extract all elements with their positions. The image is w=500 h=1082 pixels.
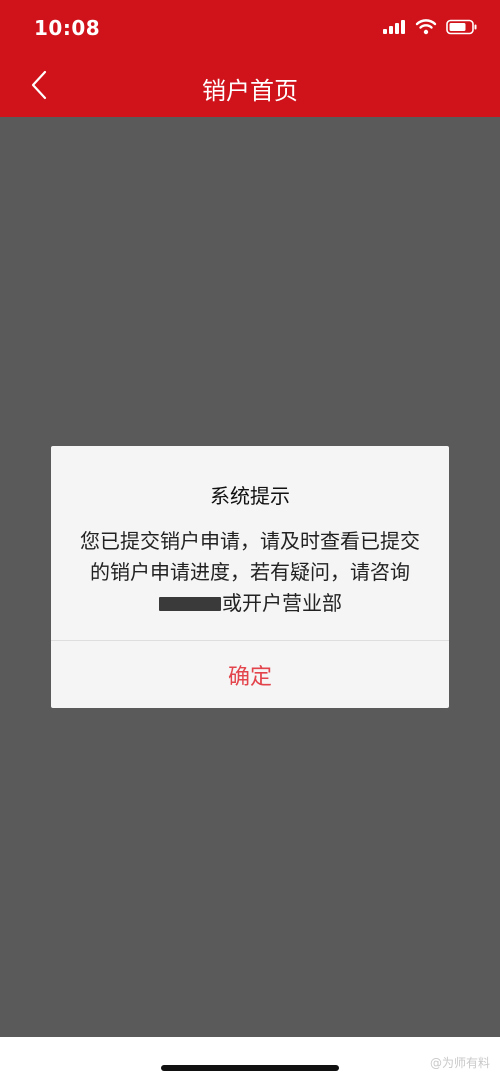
dialog-title: 系统提示 bbox=[210, 484, 290, 508]
dialog-message-suffix: 或开户营业部 bbox=[222, 591, 342, 615]
status-bar: 10:08 bbox=[0, 0, 500, 56]
wifi-icon bbox=[415, 19, 437, 39]
battery-icon bbox=[446, 19, 478, 39]
dialog-message: 您已提交销户申请，请及时查看已提交的销户申请进度，若有疑问，请咨询或开户营业部 bbox=[77, 526, 423, 619]
redacted-block bbox=[159, 597, 221, 611]
status-time: 10:08 bbox=[34, 16, 101, 40]
bottom-bar bbox=[0, 1037, 500, 1082]
page-title: 销户首页 bbox=[202, 77, 298, 105]
confirm-button[interactable]: 确定 bbox=[51, 641, 449, 708]
watermark: @为师有料 bbox=[430, 1054, 490, 1071]
signal-icon bbox=[382, 19, 406, 39]
app-header: 10:08 销户首页 bbox=[0, 0, 500, 117]
dialog-message-text: 您已提交销户申请，请及时查看已提交的销户申请进度，若有疑问，请咨询 bbox=[80, 529, 420, 584]
status-icons bbox=[382, 19, 478, 39]
system-alert-dialog: 系统提示 您已提交销户申请，请及时查看已提交的销户申请进度，若有疑问，请咨询或开… bbox=[51, 446, 449, 708]
home-indicator[interactable] bbox=[161, 1065, 339, 1071]
watermark-text: @为师有料 bbox=[429, 1056, 490, 1070]
nav-bar: 销户首页 bbox=[0, 56, 500, 117]
